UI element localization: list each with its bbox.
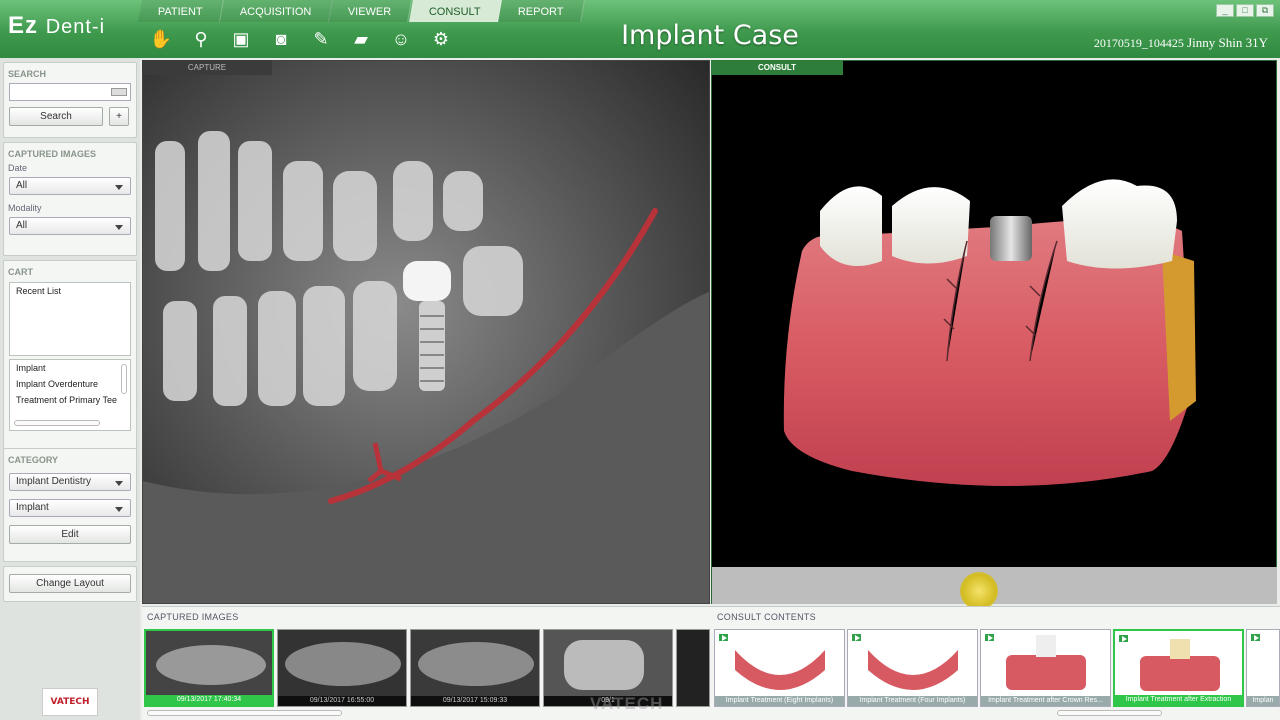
consult-thumb-image — [1006, 635, 1086, 690]
modality-dropdown[interactable]: All — [9, 217, 131, 235]
cart-list: Implant Implant Overdenture Treatment of… — [9, 359, 131, 431]
tab-report[interactable]: REPORT — [497, 0, 585, 22]
window-controls: _ □ ⧉ — [1216, 4, 1274, 17]
vatech-watermark: VATECH — [590, 694, 664, 713]
maximize-button[interactable]: ⧉ — [1256, 4, 1274, 17]
date-label: Date — [8, 163, 28, 173]
consult-thumb-selected[interactable]: Implant Treatment after Extraction — [1113, 629, 1244, 707]
toolbar: ✋ ⚲ ▣ ◙ ✎ ▰ ☺ ⚙ — [148, 26, 454, 52]
play-icon[interactable] — [1118, 634, 1129, 643]
mouse-cursor-highlight — [960, 572, 998, 610]
keyboard-icon[interactable] — [111, 88, 127, 96]
thumb-timestamp: 09/13/2017 15:09:33 — [411, 696, 539, 706]
layout-panel: Change Layout — [3, 566, 137, 602]
minimize-button[interactable]: _ — [1216, 4, 1234, 17]
edit-button[interactable]: Edit — [9, 525, 131, 544]
consult-thumb-caption: Implant Treatment (Four Implants) — [848, 696, 977, 706]
cart-vscrollbar[interactable] — [121, 364, 127, 394]
category-dropdown[interactable]: Implant Dentistry — [9, 473, 131, 491]
cart-panel: CART Recent List Implant Implant Overden… — [3, 260, 137, 456]
recent-list: Recent List — [9, 282, 131, 356]
consult-thumb-image — [1140, 639, 1220, 691]
cart-item-implant-overdenture[interactable]: Implant Overdenture — [10, 376, 130, 392]
implant-illustration — [783, 179, 1196, 487]
category-heading: CATEGORY — [8, 455, 59, 465]
tab-acquisition[interactable]: ACQUISITION — [219, 0, 333, 22]
category-panel: CATEGORY Implant Dentistry Implant Edit — [3, 448, 137, 562]
captured-heading: CAPTURED IMAGES — [8, 149, 97, 159]
date-dropdown[interactable]: All — [9, 177, 131, 195]
search-input[interactable] — [9, 83, 131, 101]
tab-patient[interactable]: PATIENT — [138, 0, 224, 22]
sidebar: SEARCH Search + CAPTURED IMAGES Date All… — [0, 58, 140, 720]
magnify-icon[interactable]: ⚲ — [188, 26, 214, 52]
face-icon[interactable]: ☺ — [388, 26, 414, 52]
hand-icon[interactable]: ✋ — [148, 26, 174, 52]
patient-name: Jinny Shin 31Y — [1187, 35, 1268, 50]
consult-thumb-partial[interactable]: Implan — [1246, 629, 1280, 707]
xray-thumbnail — [411, 630, 539, 696]
captured-thumb[interactable]: 09/13/2017 16:55:00 — [277, 629, 407, 707]
capture-viewer[interactable] — [142, 60, 710, 604]
cart-item-primary-teeth[interactable]: Treatment of Primary Tee — [10, 392, 118, 408]
cart-heading: CART — [8, 267, 33, 277]
capture-label: CAPTURE — [142, 60, 272, 75]
settings-camera-icon[interactable]: ⚙ — [428, 26, 454, 52]
recent-list-item[interactable]: Recent List — [10, 283, 130, 299]
pen-icon[interactable]: ✎ — [308, 26, 334, 52]
patient-info: 20170519_104425 Jinny Shin 31Y — [1094, 35, 1268, 51]
capture-icon[interactable]: ▣ — [228, 26, 254, 52]
captured-thumb[interactable]: 09/13/2017 15:09:33 — [410, 629, 540, 707]
captured-images-panel: CAPTURED IMAGES Date All Modality All — [3, 142, 137, 256]
subcategory-dropdown[interactable]: Implant — [9, 499, 131, 517]
consult-viewer[interactable] — [711, 60, 1277, 604]
play-icon[interactable] — [718, 633, 729, 642]
main-tabs: PATIENT ACQUISITION VIEWER CONSULT REPOR… — [138, 0, 585, 22]
eraser-icon[interactable]: ▰ — [348, 26, 374, 52]
consult-thumb-image — [868, 650, 958, 690]
consult-thumb-caption: Implant Treatment (Eight Implants) — [715, 696, 844, 706]
modality-label: Modality — [8, 203, 42, 213]
captured-thumb-partial[interactable] — [676, 629, 710, 707]
consult-thumb[interactable]: Implant Treatment (Eight Implants) — [714, 629, 845, 707]
app-logo: Ez Dent-i — [8, 12, 106, 39]
tab-consult[interactable]: CONSULT — [408, 0, 502, 22]
play-icon[interactable] — [1250, 633, 1261, 642]
consult-strip-label: CONSULT CONTENTS — [717, 612, 816, 622]
vatech-logo: VATECH — [42, 688, 98, 716]
cart-item-implant[interactable]: Implant — [10, 360, 130, 376]
search-button[interactable]: Search — [9, 107, 103, 126]
consult-thumb[interactable]: Implant Treatment after Crown Res... — [980, 629, 1111, 707]
thumb-timestamp: 09/13/2017 17:40:34 — [146, 695, 272, 705]
consult-thumb-image — [735, 650, 825, 690]
change-layout-button[interactable]: Change Layout — [9, 574, 131, 593]
captured-strip-label: CAPTURED IMAGES — [147, 612, 239, 622]
page-title: Implant Case — [621, 20, 799, 51]
search-panel: SEARCH Search + — [3, 62, 137, 138]
play-icon[interactable] — [851, 633, 862, 642]
restore-button[interactable]: □ — [1236, 4, 1254, 17]
consult-scrollbar[interactable] — [1057, 710, 1162, 716]
patient-id: 20170519_104425 — [1093, 36, 1184, 50]
thumbnail-strip: CAPTURED IMAGES CONSULT CONTENTS 09/13/2… — [142, 606, 1280, 720]
add-search-button[interactable]: + — [109, 107, 129, 126]
consult-thumb[interactable]: Implant Treatment (Four Implants) — [847, 629, 978, 707]
consult-thumb-caption: Implan — [1247, 696, 1279, 706]
xray-thumbnail — [278, 630, 406, 696]
thumb-timestamp: 09/13/2017 16:55:00 — [278, 696, 406, 706]
xray-thumbnail — [146, 631, 272, 697]
consult-thumb-caption: Implant Treatment after Crown Res... — [981, 696, 1110, 706]
tab-viewer[interactable]: VIEWER — [328, 0, 413, 22]
captured-scrollbar[interactable] — [147, 710, 342, 716]
top-bar: Ez Dent-i PATIENT ACQUISITION VIEWER CON… — [0, 0, 1280, 58]
captured-thumb[interactable]: 09/13/2017 17:40:34 — [144, 629, 274, 707]
consult-thumb-caption: Implant Treatment after Extraction — [1115, 695, 1242, 705]
panoramic-xray-image — [143, 61, 709, 603]
camera-icon[interactable]: ◙ — [268, 26, 294, 52]
search-heading: SEARCH — [8, 69, 47, 79]
xray-thumbnail — [544, 630, 672, 696]
play-icon[interactable] — [984, 633, 995, 642]
consult-label: CONSULT — [711, 60, 843, 75]
cart-hscrollbar[interactable] — [14, 420, 100, 426]
